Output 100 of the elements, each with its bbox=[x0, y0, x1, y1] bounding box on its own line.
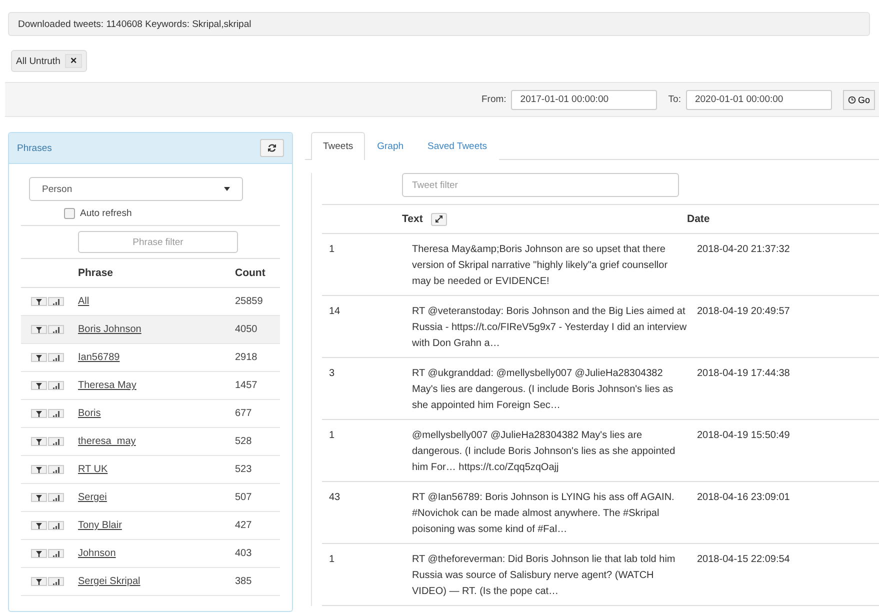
filter-button[interactable] bbox=[31, 493, 47, 502]
info-bar: Downloaded tweets: 1140608 Keywords: Skripal,skripal bbox=[8, 12, 870, 36]
funnel-icon bbox=[36, 354, 42, 360]
phrase-link[interactable]: Boris Johnson bbox=[78, 324, 142, 335]
filter-button[interactable] bbox=[31, 465, 47, 474]
chart-button[interactable] bbox=[48, 493, 64, 502]
chart-button[interactable] bbox=[48, 325, 64, 334]
phrase-link[interactable]: Johnson bbox=[78, 548, 116, 559]
funnel-icon bbox=[36, 326, 42, 332]
caret-icon bbox=[224, 187, 230, 191]
date-cell-text: 2018-04-16 23:09:01 bbox=[697, 491, 791, 505]
count-cell-text: 1457 bbox=[235, 380, 258, 391]
phrase-link[interactable]: All bbox=[78, 296, 90, 307]
phrase-filter-field[interactable]: Phrase filter bbox=[78, 231, 238, 253]
chart-button[interactable] bbox=[48, 409, 64, 418]
column-header: Text bbox=[402, 213, 423, 225]
category-dropdown[interactable]: Person bbox=[29, 177, 243, 201]
phrase-row[interactable]: theresa_may 528 bbox=[21, 428, 280, 456]
chart-button[interactable] bbox=[48, 297, 64, 306]
count-cell-text: 385 bbox=[235, 576, 253, 587]
bar-chart-icon bbox=[52, 494, 60, 500]
chart-button[interactable] bbox=[48, 521, 64, 530]
count-cell-text: 25859 bbox=[235, 296, 264, 307]
phrase-row[interactable]: Boris 677 bbox=[21, 400, 280, 428]
remove-tag-button[interactable]: × bbox=[65, 54, 82, 68]
column-header: Date bbox=[687, 213, 711, 225]
count-cell-text: 677 bbox=[235, 408, 253, 419]
to-label: To: bbox=[668, 94, 681, 105]
tweet-text: Theresa May&amp;Boris Johnson are so upset that there version of Skripal narrative "highly likely"a grief counsellor may be needed or EVIDENCE! bbox=[412, 243, 669, 289]
phrase-row[interactable]: Johnson 403 bbox=[21, 540, 280, 568]
filter-button[interactable] bbox=[31, 521, 47, 530]
count-cell-text: 403 bbox=[235, 548, 253, 559]
chart-button[interactable] bbox=[48, 353, 64, 362]
tweet-filter-field[interactable]: Tweet filter bbox=[402, 173, 679, 197]
phrase-row[interactable]: Boris Johnson 4050 bbox=[21, 316, 280, 344]
phrase-row[interactable]: Ian56789 2918 bbox=[21, 344, 280, 372]
bar-chart-icon bbox=[52, 354, 60, 360]
chart-button[interactable] bbox=[48, 437, 64, 446]
funnel-icon bbox=[36, 382, 42, 388]
tweet-text: RT @veteranstoday: Boris Johnson and the Big Lies aimed at Russia - https://t.co/FIReV5g9x7 - Yesterday I did an interview with Don Grahn a… bbox=[412, 305, 687, 351]
filter-button[interactable] bbox=[31, 437, 47, 446]
filter-button[interactable] bbox=[31, 297, 47, 306]
funnel-icon bbox=[36, 550, 42, 556]
chart-button[interactable] bbox=[48, 381, 64, 390]
date-cell-text: 2018-04-19 17:44:38 bbox=[697, 367, 791, 381]
refresh-button[interactable] bbox=[260, 139, 284, 157]
phrase-link[interactable]: RT UK bbox=[78, 464, 108, 475]
count-cell-text: 523 bbox=[235, 464, 253, 475]
chart-button[interactable] bbox=[48, 577, 64, 586]
column-header: Phrase bbox=[78, 267, 114, 279]
filter-button[interactable] bbox=[31, 381, 47, 390]
funnel-icon bbox=[36, 438, 42, 444]
phrase-link[interactable]: Theresa May bbox=[78, 380, 136, 391]
chart-button[interactable] bbox=[48, 465, 64, 474]
bar-chart-icon bbox=[52, 550, 60, 556]
count-cell-text: 1 bbox=[328, 553, 336, 567]
filter-button[interactable] bbox=[31, 549, 47, 558]
filter-button[interactable] bbox=[31, 409, 47, 418]
phrase-row[interactable]: Theresa May 1457 bbox=[21, 372, 280, 400]
expand-icon bbox=[434, 215, 443, 223]
count-cell-text: 528 bbox=[235, 436, 253, 447]
chart-button[interactable] bbox=[48, 549, 64, 558]
date-cell-text: 2018-04-15 22:09:54 bbox=[697, 553, 791, 567]
date-cell-text: 2018-04-19 20:49:57 bbox=[697, 305, 791, 319]
count-cell-text: 4050 bbox=[235, 324, 258, 335]
tweet-text: @mellysbelly007 @JulieHa28304382 May's lies are dangerous. (I include Boris Johnson's lies as she appointed him For… https://t.co/Zqq5zqOajj bbox=[412, 429, 676, 475]
phrase-link[interactable]: Sergei Skripal bbox=[78, 576, 140, 587]
phrase-link[interactable]: Boris bbox=[78, 408, 101, 419]
funnel-icon bbox=[36, 298, 42, 304]
column-header: Count bbox=[235, 267, 266, 279]
filter-button[interactable] bbox=[31, 325, 47, 334]
bar-chart-icon bbox=[52, 522, 60, 528]
count-cell-text: 3 bbox=[328, 367, 336, 381]
bar-chart-icon bbox=[52, 466, 60, 472]
expand-button[interactable] bbox=[430, 212, 447, 226]
filter-button[interactable] bbox=[31, 353, 47, 362]
bar-chart-icon bbox=[52, 410, 60, 416]
filter-button[interactable] bbox=[31, 577, 47, 586]
from-date-field[interactable]: 2017-01-01 00:00:00 bbox=[511, 90, 658, 110]
to-date-field[interactable]: 2020-01-01 00:00:00 bbox=[686, 90, 832, 110]
tweet-text: RT @theforeverman: Did Boris Johnson lie that lab told him Russia was source of Salisbury nerve agent? (WATCH VIDEO) — RT. (Is the pope cat… bbox=[412, 553, 676, 599]
phrase-row[interactable]: Tony Blair 427 bbox=[21, 512, 280, 540]
count-cell-text: 1 bbox=[328, 429, 336, 443]
date-cell-text: 2018-04-20 21:37:32 bbox=[697, 243, 791, 257]
auto-refresh-checkbox[interactable]: Auto refresh bbox=[64, 208, 280, 219]
phrase-row[interactable]: RT UK 523 bbox=[21, 456, 280, 484]
date-cell-text: 2018-04-19 15:50:49 bbox=[697, 429, 791, 443]
tab[interactable]: Tweets bbox=[311, 132, 366, 160]
go-button[interactable]: Go bbox=[842, 90, 875, 110]
phrase-link[interactable]: Sergei bbox=[78, 492, 107, 503]
count-cell-text: 2918 bbox=[235, 352, 258, 363]
tweet-text: RT @Ian56789: Boris Johnson is LYING his ass off AGAIN. #Novichok can be made almost anywhere. The #Skripal poisoning was some kind of #Fal… bbox=[412, 491, 676, 537]
phrase-row[interactable]: Sergei 507 bbox=[21, 484, 280, 512]
bar-chart-icon bbox=[52, 326, 60, 332]
phrase-row[interactable]: Sergei Skripal 385 bbox=[21, 568, 280, 596]
count-cell-text: 427 bbox=[235, 520, 253, 531]
from-label: From: bbox=[481, 94, 506, 105]
phrase-link[interactable]: Tony Blair bbox=[78, 520, 122, 531]
phrase-link[interactable]: theresa_may bbox=[78, 436, 136, 447]
phrase-link[interactable]: Ian56789 bbox=[78, 352, 120, 363]
